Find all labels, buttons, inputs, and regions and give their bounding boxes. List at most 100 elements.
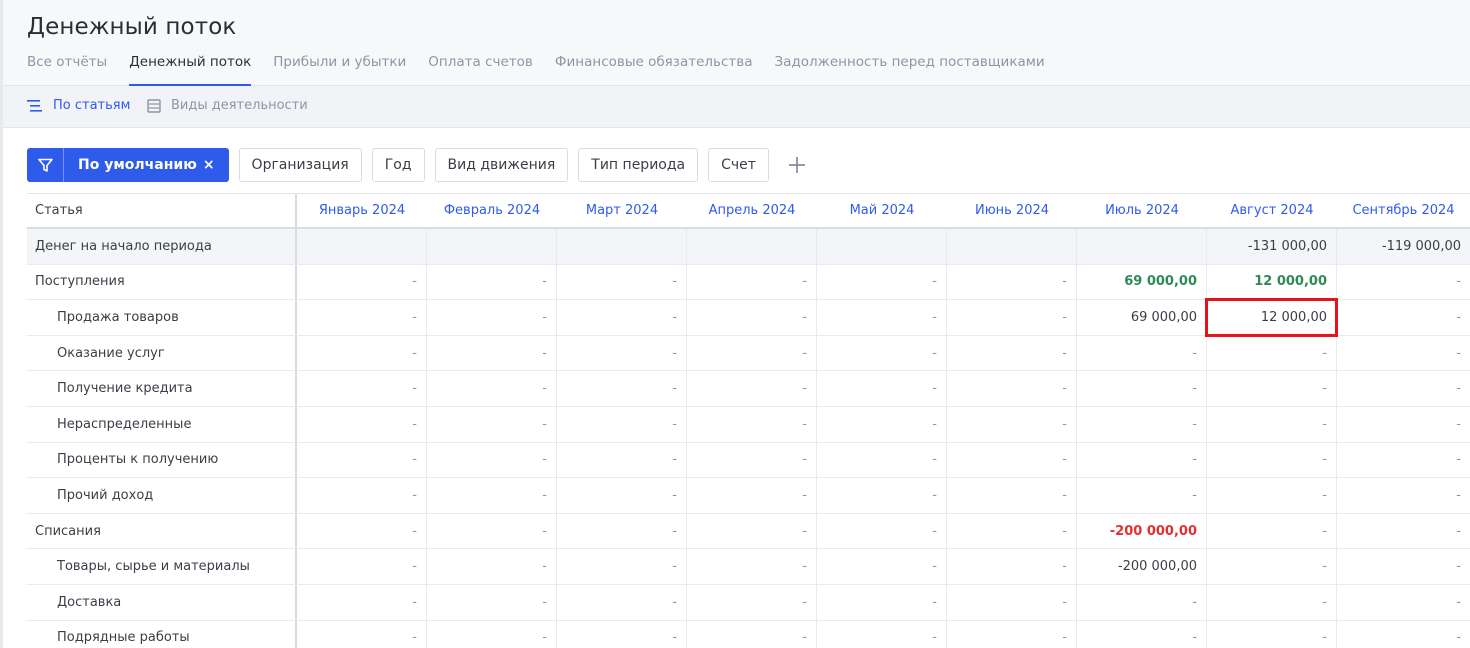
table-cell[interactable]: - bbox=[817, 406, 947, 442]
table-cell[interactable]: - bbox=[297, 371, 427, 406]
table-cell[interactable]: - bbox=[557, 406, 687, 442]
table-cell[interactable]: - bbox=[1337, 585, 1470, 620]
table-group-row[interactable]: Списания - - - - - - -200 000,00- - bbox=[27, 513, 1470, 550]
table-cell[interactable]: - bbox=[1207, 549, 1337, 584]
table-cell[interactable]: - bbox=[297, 335, 427, 371]
filter-movement-type[interactable]: Вид движения bbox=[434, 148, 569, 182]
table-cell[interactable]: - bbox=[947, 442, 1077, 478]
table-cell[interactable] bbox=[297, 229, 427, 264]
table-row[interactable]: Денег на начало периода -131 000,00 -119 0… bbox=[27, 229, 1470, 265]
column-header-month[interactable]: Июль 2024 bbox=[1077, 194, 1207, 227]
table-cell[interactable]: - bbox=[427, 371, 557, 406]
table-cell[interactable]: - bbox=[557, 620, 687, 648]
table-cell[interactable]: 69 000,00 bbox=[1077, 300, 1207, 335]
table-cell[interactable]: - bbox=[687, 513, 817, 549]
table-cell[interactable]: - bbox=[427, 549, 557, 584]
view-by-activity-button[interactable]: Виды деятельности bbox=[147, 98, 308, 113]
table-cell[interactable]: - bbox=[557, 335, 687, 371]
column-header-month[interactable]: Сентябрь 2024 bbox=[1337, 194, 1470, 227]
table-row[interactable]: Проценты к получению - - - - - - - - - bbox=[27, 442, 1470, 479]
table-cell[interactable]: - bbox=[687, 620, 817, 648]
table-cell[interactable]: - bbox=[1207, 584, 1337, 620]
table-cell[interactable]: - bbox=[427, 513, 557, 549]
table-cell[interactable]: -200 000,00 bbox=[1077, 513, 1207, 549]
table-cell[interactable]: - bbox=[687, 478, 817, 513]
table-cell[interactable]: - bbox=[557, 442, 687, 478]
column-header-month[interactable]: Июнь 2024 bbox=[947, 194, 1077, 227]
tab-profit-loss[interactable]: Прибыли и убытки bbox=[273, 53, 406, 86]
table-cell[interactable]: - bbox=[1337, 371, 1470, 406]
table-cell[interactable]: - bbox=[1337, 621, 1470, 648]
table-cell[interactable]: - bbox=[817, 442, 947, 478]
table-cell[interactable]: -131 000,00 bbox=[1207, 229, 1337, 264]
table-cell[interactable]: - bbox=[817, 300, 947, 335]
table-cell[interactable]: - bbox=[1337, 300, 1470, 335]
tab-invoice-payment[interactable]: Оплата счетов bbox=[428, 53, 533, 86]
table-row[interactable]: Продажа товаров - - - - - -69 000,00 12 000,00- bbox=[27, 298, 1470, 337]
table-cell[interactable]: - bbox=[297, 478, 427, 513]
table-cell[interactable]: - bbox=[947, 406, 1077, 442]
table-cell[interactable]: - bbox=[557, 371, 687, 406]
table-cell[interactable]: - bbox=[1077, 478, 1207, 513]
table-cell[interactable]: - bbox=[1207, 513, 1337, 549]
table-row[interactable]: Получение кредита - - - - - - - - - bbox=[27, 371, 1470, 407]
table-cell[interactable]: - bbox=[947, 513, 1077, 549]
table-cell[interactable] bbox=[557, 229, 687, 264]
table-cell[interactable]: - bbox=[297, 406, 427, 442]
table-cell[interactable]: - bbox=[427, 300, 557, 335]
filter-account[interactable]: Счет bbox=[708, 148, 769, 182]
table-cell[interactable]: -119 000,00 bbox=[1337, 229, 1470, 264]
table-cell[interactable]: - bbox=[1077, 620, 1207, 648]
table-cell[interactable]: - bbox=[687, 300, 817, 335]
table-cell[interactable]: - bbox=[947, 549, 1077, 584]
table-cell[interactable]: - bbox=[557, 300, 687, 335]
table-cell[interactable]: - bbox=[687, 406, 817, 442]
table-cell[interactable]: - bbox=[947, 584, 1077, 620]
tab-cash-flow[interactable]: Денежный поток bbox=[129, 53, 252, 86]
table-cell[interactable]: - bbox=[817, 371, 947, 406]
table-cell[interactable]: - bbox=[297, 513, 427, 549]
table-group-row[interactable]: Поступления - - - - - -69 000,00 12 000,00- bbox=[27, 264, 1470, 301]
table-row[interactable]: Нераспределенные - - - - - - - - - bbox=[27, 406, 1470, 443]
table-cell[interactable]: - bbox=[1337, 336, 1470, 371]
table-cell[interactable]: - bbox=[557, 513, 687, 549]
table-cell[interactable]: - bbox=[557, 478, 687, 513]
table-cell[interactable]: - bbox=[297, 549, 427, 584]
table-cell[interactable] bbox=[427, 229, 557, 264]
tab-all-reports[interactable]: Все отчёты bbox=[27, 53, 107, 86]
table-cell[interactable]: 12 000,00 bbox=[1205, 298, 1338, 337]
table-cell[interactable]: - bbox=[817, 478, 947, 513]
column-header-month[interactable]: Март 2024 bbox=[557, 194, 687, 227]
view-by-articles-button[interactable]: По статьям bbox=[27, 98, 130, 113]
table-cell[interactable]: - bbox=[1207, 620, 1337, 648]
table-cell[interactable]: - bbox=[687, 335, 817, 371]
table-cell[interactable]: - bbox=[557, 549, 687, 584]
table-cell[interactable]: - bbox=[947, 300, 1077, 335]
table-cell[interactable]: - bbox=[427, 442, 557, 478]
table-cell[interactable]: - bbox=[817, 264, 947, 300]
table-row[interactable]: Прочий доход - - - - - - - - - bbox=[27, 478, 1470, 514]
table-cell[interactable]: - bbox=[297, 584, 427, 620]
table-cell[interactable]: - bbox=[817, 549, 947, 584]
close-icon[interactable]: × bbox=[203, 157, 229, 173]
table-cell[interactable]: 69 000,00 bbox=[1077, 264, 1207, 300]
table-cell[interactable]: - bbox=[1207, 371, 1337, 406]
table-cell[interactable]: - bbox=[947, 620, 1077, 648]
table-cell[interactable] bbox=[947, 229, 1077, 264]
table-cell[interactable]: - bbox=[687, 442, 817, 478]
table-cell[interactable]: - bbox=[1207, 406, 1337, 442]
table-cell[interactable]: - bbox=[1077, 335, 1207, 371]
table-cell[interactable]: - bbox=[1337, 478, 1470, 513]
tab-financial-obligations[interactable]: Финансовые обязательства bbox=[555, 53, 753, 86]
table-cell[interactable]: - bbox=[817, 335, 947, 371]
table-cell[interactable]: - bbox=[1337, 443, 1470, 478]
table-cell[interactable]: - bbox=[947, 335, 1077, 371]
column-header-month[interactable]: Май 2024 bbox=[817, 194, 947, 227]
table-cell[interactable]: - bbox=[947, 371, 1077, 406]
table-cell[interactable]: - bbox=[297, 620, 427, 648]
table-cell[interactable]: - bbox=[1337, 514, 1470, 549]
table-cell[interactable]: - bbox=[427, 406, 557, 442]
table-cell[interactable]: - bbox=[817, 584, 947, 620]
table-cell[interactable]: - bbox=[1337, 265, 1470, 300]
filter-organization[interactable]: Организация bbox=[238, 148, 362, 182]
